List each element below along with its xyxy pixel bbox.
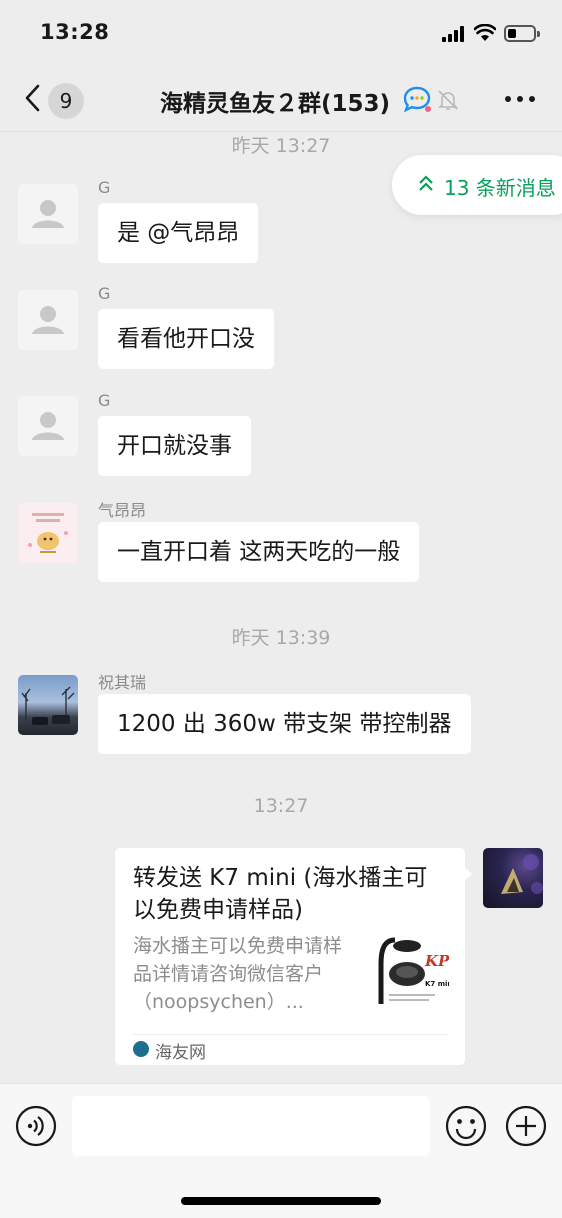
chat-title[interactable]: 海精灵鱼友２群(153) <box>160 84 390 118</box>
cartoon-avatar-icon <box>28 513 68 553</box>
plus-icon[interactable] <box>505 1105 547 1147</box>
avatar[interactable] <box>18 675 78 735</box>
bubble-tail <box>463 866 472 882</box>
avatar[interactable] <box>18 503 78 563</box>
card-source: 海友网 <box>155 1043 206 1063</box>
message-input[interactable] <box>72 1096 430 1156</box>
avatar[interactable] <box>18 290 78 350</box>
chat-bubble-icon <box>403 86 431 113</box>
cellular-signal-icon <box>442 26 468 42</box>
avatar[interactable] <box>18 184 78 244</box>
message-bubble[interactable]: 开口就没事 <box>98 416 251 476</box>
status-time: 13:28 <box>40 20 110 44</box>
aquarium-photo-avatar-icon <box>501 854 543 894</box>
more-icon[interactable] <box>505 96 535 104</box>
thumb-brand: KP <box>424 952 449 970</box>
message-bubble[interactable]: 一直开口着 这两天吃的一般 <box>98 522 420 582</box>
default-avatar-icon <box>32 306 64 334</box>
double-chevron-up-icon <box>419 175 433 191</box>
sender-name: G <box>98 178 111 197</box>
sender-name: 气昂昂 <box>98 501 147 520</box>
default-avatar-icon <box>32 200 64 228</box>
wifi-icon <box>474 24 496 41</box>
chat-header: 9 海精灵鱼友２群(153) <box>0 66 562 132</box>
card-description: 海水播主可以免费申请样品详情请咨询微信客户（noopsychen）... <box>133 935 343 1013</box>
default-avatar-icon <box>32 412 64 440</box>
status-bar: 13:28 <box>0 0 562 66</box>
sender-name: G <box>98 391 111 410</box>
new-messages-button[interactable]: 13 条新消息 <box>392 155 562 215</box>
street-photo-avatar-icon <box>21 686 75 725</box>
voice-icon[interactable] <box>15 1105 57 1147</box>
back-arrow-icon[interactable] <box>22 84 44 112</box>
thumb-model: K7 mini <box>425 980 449 988</box>
avatar[interactable] <box>18 396 78 456</box>
battery-icon <box>504 25 540 42</box>
sender-name: 祝其瑞 <box>98 673 147 692</box>
self-avatar[interactable] <box>483 848 543 908</box>
sender-name: G <box>98 284 111 303</box>
unread-count-badge[interactable]: 9 <box>48 83 84 119</box>
emoji-icon[interactable] <box>445 1105 487 1147</box>
message-bubble[interactable]: 看看他开口没 <box>98 309 274 369</box>
product-thumbnail: KP K7 mini <box>377 934 449 1006</box>
battery-level <box>508 29 516 38</box>
card-title: 转发送 K7 mini (海水播主可以免费申请样品) <box>133 865 428 923</box>
home-indicator[interactable] <box>181 1197 381 1205</box>
mute-bell-icon <box>438 90 458 110</box>
source-logo-icon <box>133 1041 149 1057</box>
shared-link-card[interactable]: 转发送 K7 mini (海水播主可以免费申请样品) 海水播主可以免费申请样品详… <box>115 848 465 1065</box>
new-messages-label: 13 条新消息 <box>444 176 556 200</box>
timestamp: 昨天 13:27 <box>231 135 331 157</box>
card-divider <box>133 1034 449 1035</box>
message-bubble[interactable]: 1200 出 360w 带支架 带控制器 <box>98 694 471 754</box>
message-bubble[interactable]: 是 @气昂昂 <box>98 203 259 263</box>
timestamp: 13:27 <box>253 795 309 817</box>
timestamp: 昨天 13:39 <box>231 627 331 649</box>
